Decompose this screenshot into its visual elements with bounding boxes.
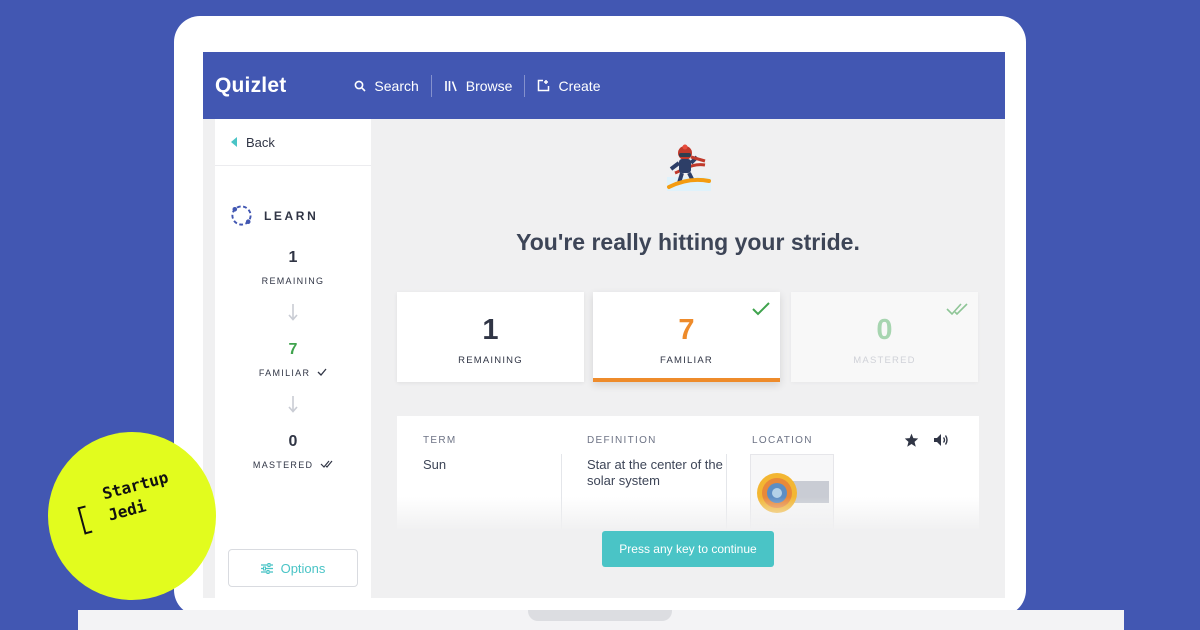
snowboarder-icon (667, 144, 711, 191)
back-arrow-icon (231, 137, 237, 147)
sidebar-familiar: 7 FAMILIAR (215, 341, 371, 378)
star-icon[interactable] (904, 433, 919, 447)
back-button[interactable]: Back (215, 119, 371, 166)
nav-search-label: Search (374, 77, 419, 94)
check-icon (317, 368, 327, 376)
down-arrow-icon (288, 396, 298, 413)
continue-button[interactable]: Press any key to continue (602, 531, 774, 567)
familiar-card: 7 FAMILIAR (593, 292, 780, 382)
learn-icon (231, 205, 252, 226)
familiar-card-count: 7 (678, 314, 695, 346)
nav-search[interactable]: Search (342, 75, 430, 97)
mastered-card: 0 MASTERED (791, 292, 978, 382)
term-text: Sun (423, 457, 447, 472)
double-check-icon (320, 460, 333, 468)
remaining-card-count: 1 (482, 314, 499, 346)
mastered-card-label: MASTERED (853, 355, 916, 366)
definition-header: DEFINITION (587, 435, 657, 446)
mastered-label: MASTERED (252, 460, 314, 470)
app-screen: Quizlet Search Browse Create Back LEARN (203, 52, 1005, 598)
familiar-count: 7 (288, 341, 298, 358)
mastered-label-row: MASTERED (215, 460, 371, 470)
nav-create[interactable]: Create (525, 75, 612, 97)
learn-sidebar: Back LEARN 1 REMAINING 7 FAMILIAR 0 MAST… (215, 119, 371, 598)
familiar-card-label: FAMILIAR (660, 355, 713, 366)
down-arrow-icon (288, 304, 298, 321)
audio-icon[interactable] (933, 433, 949, 447)
headline: You're really hitting your stride. (516, 229, 860, 255)
sliders-icon (260, 562, 273, 574)
remaining-card-label: REMAINING (458, 355, 523, 366)
remaining-count: 1 (288, 249, 298, 266)
mastered-count: 0 (288, 433, 298, 450)
panel-fade (397, 497, 979, 531)
location-header: LOCATION (752, 435, 813, 446)
top-nav: Quizlet Search Browse Create (203, 52, 1005, 119)
term-panel: TERM Sun DEFINITION Star at the center o… (397, 416, 979, 531)
nav-browse-label: Browse (465, 77, 513, 94)
learn-label: LEARN (264, 208, 319, 223)
definition-text: Star at the center of the solar system (587, 457, 723, 488)
familiar-label-row: FAMILIAR (215, 368, 371, 378)
nav-create-label: Create (558, 77, 601, 94)
search-icon (355, 80, 366, 92)
double-check-icon (946, 303, 968, 316)
term-actions (904, 433, 949, 447)
library-icon (444, 80, 457, 91)
options-button[interactable]: Options (228, 549, 358, 587)
laptop-notch (528, 610, 672, 621)
sidebar-remaining: 1 REMAINING (215, 249, 371, 286)
sidebar-mastered: 0 MASTERED (215, 433, 371, 470)
learn-mode-header: LEARN (230, 204, 371, 227)
mastered-card-count: 0 (876, 314, 893, 346)
nav-browse[interactable]: Browse (432, 75, 525, 97)
remaining-label: REMAINING (261, 276, 325, 286)
back-label: Back (246, 134, 275, 150)
term-header: TERM (423, 435, 457, 446)
quizlet-logo[interactable]: Quizlet (215, 74, 286, 98)
options-label: Options (280, 560, 326, 576)
familiar-progress-bar (593, 378, 780, 382)
remaining-card: 1 REMAINING (397, 292, 584, 382)
learn-main: You're really hitting your stride. 1 REM… (371, 119, 1005, 598)
create-icon (538, 79, 550, 92)
familiar-label: FAMILIAR (258, 368, 311, 378)
check-icon (752, 302, 770, 316)
